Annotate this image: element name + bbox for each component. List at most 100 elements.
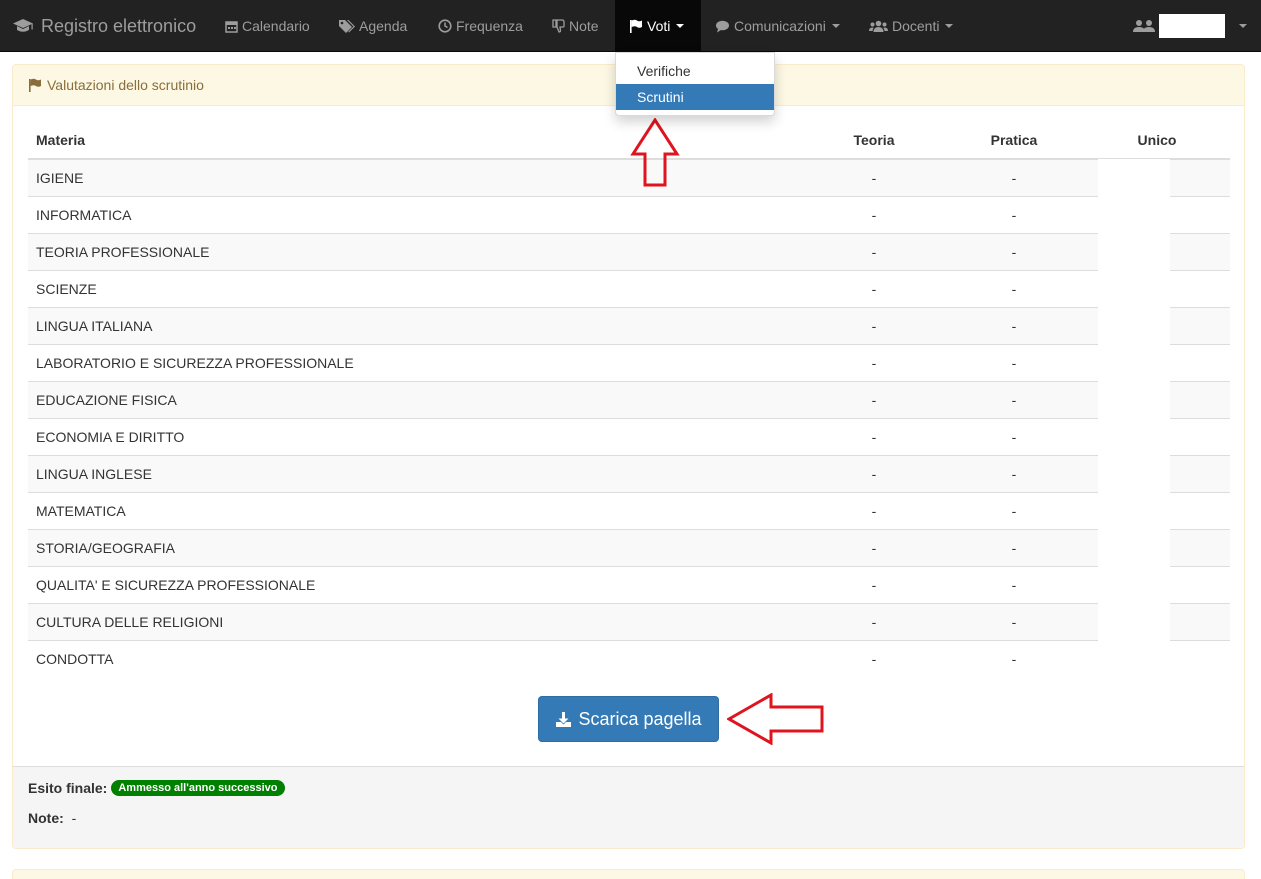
clock-icon bbox=[438, 19, 452, 33]
table-row: MATEMATICA - - bbox=[28, 491, 1230, 530]
note-label: Note: bbox=[28, 810, 64, 826]
cell-pratica: - bbox=[944, 269, 1084, 307]
cell-pratica: - bbox=[944, 565, 1084, 603]
cell-pratica: - bbox=[944, 159, 1084, 196]
comment-icon bbox=[716, 20, 729, 32]
nav-docenti-label: Docenti bbox=[892, 18, 940, 34]
cell-teoria: - bbox=[804, 343, 944, 381]
cell-unico bbox=[1084, 158, 1230, 196]
cell-teoria: - bbox=[804, 639, 944, 677]
table-row: LABORATORIO E SICUREZZA PROFESSIONALE - - bbox=[28, 343, 1230, 382]
cell-pratica: - bbox=[944, 232, 1084, 270]
table-row: TEORIA PROFESSIONALE - - bbox=[28, 232, 1230, 271]
scarica-pagella-label: Scarica pagella bbox=[578, 708, 702, 729]
chevron-down-icon bbox=[945, 24, 954, 28]
nav-voti-label: Voti bbox=[647, 18, 671, 34]
brand[interactable]: Registro elettronico bbox=[12, 0, 196, 52]
cell-materia: LINGUA ITALIANA bbox=[28, 306, 804, 344]
table-row: ECONOMIA E DIRITTO - - bbox=[28, 417, 1230, 456]
dropdown-item-verifiche[interactable]: Verifiche bbox=[616, 58, 774, 84]
table-row: IGIENE - - bbox=[28, 158, 1230, 196]
cell-unico bbox=[1084, 306, 1230, 345]
grades-table-body: IGIENE - - INFORMATICA - - TEORIA PROFESSIONAL… bbox=[28, 158, 1230, 679]
nav-calendario[interactable]: Calendario bbox=[211, 0, 324, 52]
cell-materia: STORIA/GEOGRAFIA bbox=[28, 528, 804, 566]
cell-teoria: - bbox=[804, 528, 944, 566]
panel-footer: Esito finale: Ammesso all'anno successiv… bbox=[13, 766, 1244, 848]
nav-comunicazioni[interactable]: Comunicazioni bbox=[701, 0, 854, 52]
cell-unico bbox=[1084, 639, 1230, 679]
table-row: LINGUA ITALIANA - - bbox=[28, 306, 1230, 345]
cell-unico bbox=[1084, 565, 1230, 604]
calendar-icon bbox=[225, 20, 238, 33]
nav-frequenza[interactable]: Frequenza bbox=[424, 0, 537, 52]
tags-icon bbox=[339, 20, 355, 33]
graduation-cap-icon bbox=[13, 19, 33, 32]
cell-materia: INFORMATICA bbox=[28, 195, 804, 233]
cell-teoria: - bbox=[804, 269, 944, 307]
cell-unico bbox=[1084, 491, 1230, 530]
column-header-materia: Materia bbox=[28, 122, 804, 160]
cell-unico bbox=[1084, 269, 1230, 308]
esito-label: Esito finale: bbox=[28, 780, 108, 796]
cell-pratica: - bbox=[944, 380, 1084, 418]
cell-teoria: - bbox=[804, 491, 944, 529]
esito-finale: Esito finale: Ammesso all'anno successiv… bbox=[28, 780, 285, 796]
cell-pratica: - bbox=[944, 602, 1084, 640]
cell-teoria: - bbox=[804, 306, 944, 344]
cell-pratica: - bbox=[944, 491, 1084, 529]
cell-materia: MATEMATICA bbox=[28, 491, 804, 529]
cell-teoria: - bbox=[804, 565, 944, 603]
thumbs-down-icon bbox=[552, 19, 565, 33]
download-icon bbox=[556, 711, 572, 727]
table-row: INFORMATICA - - bbox=[28, 195, 1230, 234]
nav-note-label: Note bbox=[569, 18, 599, 34]
cell-teoria: - bbox=[804, 417, 944, 455]
panel-title: Valutazioni dello scrutinio bbox=[47, 77, 204, 93]
chevron-down-icon bbox=[1239, 24, 1247, 28]
nav-note[interactable]: Note bbox=[538, 0, 613, 52]
cell-materia: TEORIA PROFESSIONALE bbox=[28, 232, 804, 270]
cell-pratica: - bbox=[944, 454, 1084, 492]
cell-teoria: - bbox=[804, 195, 944, 233]
cell-pratica: - bbox=[944, 417, 1084, 455]
brand-title: Registro elettronico bbox=[41, 15, 197, 36]
cell-materia: ECONOMIA E DIRITTO bbox=[28, 417, 804, 455]
voti-dropdown-menu: Verifiche Scrutini bbox=[615, 52, 775, 116]
scrutinio-panel: Valutazioni dello scrutinio Materia Teor… bbox=[12, 64, 1245, 849]
table-row: STORIA/GEOGRAFIA - - bbox=[28, 528, 1230, 567]
note-value: - bbox=[71, 810, 77, 826]
cell-materia: CONDOTTA bbox=[28, 639, 804, 677]
annotation-arrow-left bbox=[727, 693, 824, 745]
cell-unico bbox=[1084, 602, 1230, 641]
table-row: LINGUA INGLESE - - bbox=[28, 454, 1230, 493]
cell-pratica: - bbox=[944, 195, 1084, 233]
cell-materia: LINGUA INGLESE bbox=[28, 454, 804, 492]
cell-teoria: - bbox=[804, 159, 944, 196]
table-row: CULTURA DELLE RELIGIONI - - bbox=[28, 602, 1230, 641]
nav-agenda[interactable]: Agenda bbox=[324, 0, 421, 52]
cell-unico bbox=[1084, 232, 1230, 271]
scarica-pagella-button[interactable]: Scarica pagella bbox=[538, 696, 719, 742]
esito-badge: Ammesso all'anno successivo bbox=[111, 780, 285, 796]
cell-materia: QUALITA' E SICUREZZA PROFESSIONALE bbox=[28, 565, 804, 603]
navbar: Registro elettronico Calendario Agenda F… bbox=[0, 0, 1261, 52]
users-icon bbox=[1133, 20, 1155, 32]
nav-comunicazioni-label: Comunicazioni bbox=[734, 18, 826, 34]
dropdown-item-scrutini[interactable]: Scrutini bbox=[616, 84, 774, 110]
table-row: CONDOTTA - - bbox=[28, 639, 1230, 679]
cell-pratica: - bbox=[944, 639, 1084, 677]
annotation-arrow-up bbox=[630, 118, 680, 187]
nav-docenti[interactable]: Docenti bbox=[855, 0, 967, 52]
cell-materia: LABORATORIO E SICUREZZA PROFESSIONALE bbox=[28, 343, 804, 381]
cell-teoria: - bbox=[804, 232, 944, 270]
note-finale: Note: - bbox=[28, 810, 76, 826]
cell-unico bbox=[1084, 454, 1230, 493]
nav-voti[interactable]: Voti bbox=[615, 0, 701, 52]
cell-unico bbox=[1084, 528, 1230, 567]
user-menu[interactable] bbox=[1133, 0, 1261, 52]
flag-icon bbox=[630, 19, 642, 33]
chevron-down-icon bbox=[676, 24, 685, 28]
table-row: SCIENZE - - bbox=[28, 269, 1230, 308]
chevron-down-icon bbox=[831, 24, 840, 28]
